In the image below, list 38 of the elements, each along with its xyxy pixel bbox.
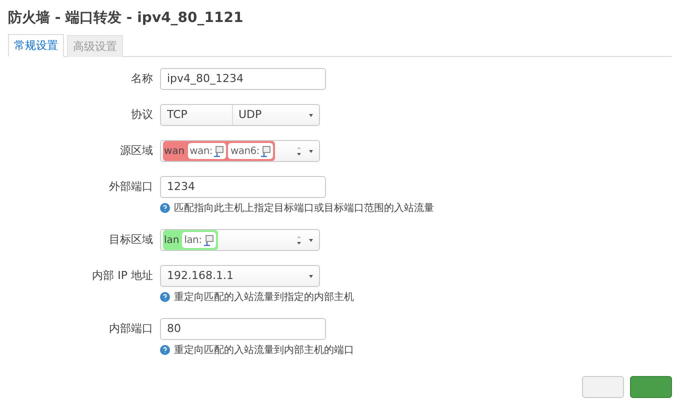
field-label: 目标区域 xyxy=(108,232,153,248)
field-label: 内部端口 xyxy=(108,321,153,337)
select-field[interactable]: 192.168.1.1 xyxy=(160,265,320,287)
network-icon xyxy=(213,146,224,156)
help-text: 重定向匹配的入站流量到指定的内部主机 xyxy=(174,290,354,304)
field-label: 名称 xyxy=(130,71,153,87)
text-field[interactable]: 1234 xyxy=(160,176,326,198)
field-label: 协议 xyxy=(130,107,153,123)
caret-icon xyxy=(307,237,315,243)
spinner-icon xyxy=(295,145,303,157)
zone-name: wan xyxy=(163,146,186,156)
help-text: 匹配指向此主机上指定目标端口或目标端口范围的入站流量 xyxy=(174,202,434,215)
help-text: 重定向匹配的入站流量到内部主机的端口 xyxy=(174,344,354,357)
network-icon xyxy=(260,146,272,156)
network-chip: lan: xyxy=(182,232,216,248)
help-icon xyxy=(160,203,170,213)
caret-icon xyxy=(307,148,315,154)
secondary-button[interactable] xyxy=(582,376,624,398)
help-icon xyxy=(160,292,170,302)
select-field[interactable]: TCP UDP xyxy=(160,104,320,126)
text-field[interactable]: ipv4_80_1234 xyxy=(160,68,326,90)
network-chip: wan6: xyxy=(228,143,274,159)
network-icon xyxy=(202,234,214,246)
help-icon xyxy=(160,345,170,355)
network-chip: wan: xyxy=(188,143,226,159)
field-label: 内部 IP 地址 xyxy=(91,268,153,284)
primary-button[interactable] xyxy=(630,376,672,398)
spinner-icon xyxy=(295,234,303,246)
zone-select-field[interactable]: wan wan: wan6: xyxy=(160,140,320,162)
page-title: 防火墙 - 端口转发 - ipv4_80_1121 xyxy=(8,9,244,28)
caret-icon xyxy=(307,273,315,279)
zone-name: lan xyxy=(163,234,180,246)
field-label: 源区域 xyxy=(119,143,153,159)
field-label: 外部端口 xyxy=(108,179,153,195)
zone-select-field[interactable]: lan lan: xyxy=(160,229,320,251)
tab[interactable]: 常规设置 xyxy=(8,34,64,57)
caret-icon xyxy=(307,112,315,118)
text-field[interactable]: 80 xyxy=(160,318,326,340)
